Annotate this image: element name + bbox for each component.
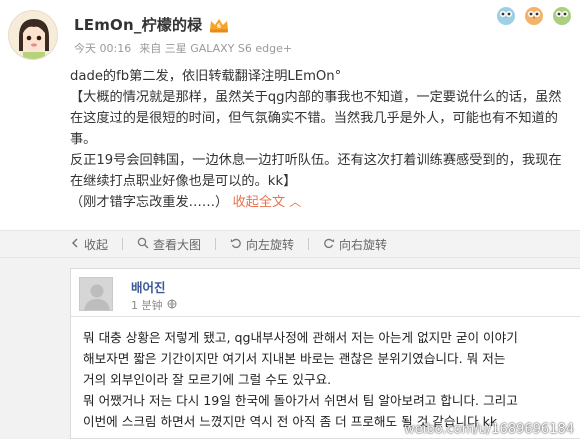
- post-note: （刚才错字忘改重发……） 收起全文 ︿: [70, 192, 574, 213]
- collapse-image-button[interactable]: 收起: [70, 236, 108, 253]
- embedded-avatar: [79, 277, 113, 311]
- collapse-full-text-link[interactable]: 收起全文 ︿: [232, 195, 301, 210]
- collapse-image-label: 收起: [84, 237, 109, 252]
- embedded-text-line: 거의 외부인이라 잘 모르기에 그럴 수도 있구요.: [83, 372, 332, 387]
- post-timestamp[interactable]: 今天 00:16: [74, 40, 131, 56]
- rotate-left-button[interactable]: 向左旋转: [230, 236, 294, 253]
- rotate-right-label: 向右旋转: [339, 237, 388, 252]
- chevron-up-icon[interactable]: ︿: [289, 195, 301, 209]
- avatar-illustration-icon: [9, 11, 57, 59]
- embedded-post-text: 뭐 대충 상황은 저렇게 됐고, qg내부사정에 관해서 저는 아는게 없지만 …: [83, 327, 573, 432]
- post-paragraph-2: 反正19号会回韩国，一边休息一边打听队伍。还有这次打着训练赛感受到的，我现在在继…: [70, 153, 562, 189]
- rotate-right-icon: [323, 237, 335, 252]
- toolbar-divider: [215, 238, 217, 250]
- post-paragraph-1: 【大概的情况就是那样，虽然关于qg内部的事我也不知道，一定要说什么的话，虽然在这…: [70, 90, 562, 147]
- default-profile-icon: [80, 278, 112, 310]
- vip-crown-icon[interactable]: 6: [208, 17, 230, 33]
- toolbar-divider: [122, 238, 124, 250]
- view-large-image-button[interactable]: 查看大图: [137, 236, 201, 253]
- owls-decoration-icon: [497, 7, 571, 25]
- embedded-author-name: 배어진: [131, 280, 166, 295]
- weibo-watermark: weibo.com/u/1689696184: [404, 422, 574, 437]
- svg-text:6: 6: [217, 23, 221, 30]
- image-toolbar: 收起 查看大图 向左旋转 向右旋转: [0, 230, 580, 258]
- rotate-left-icon: [230, 237, 242, 252]
- embedded-post-time: 1 분钟: [131, 297, 177, 313]
- author-avatar[interactable]: [8, 10, 58, 60]
- collapse-full-text-label[interactable]: 收起全文: [232, 195, 285, 210]
- embedded-text-line: 뭐 대충 상황은 저렇게 됐고, qg내부사정에 관해서 저는 아는게 없지만 …: [83, 330, 518, 345]
- embedded-text-line: 뭐 어쨌거나 저는 다시 19일 한국에 돌아가서 쉬면서 팀 알아보려고 합니…: [83, 393, 518, 408]
- post-intro: dade的fb第二发，依旧转载翻译注明LEmOn°: [70, 69, 342, 84]
- collapse-arrow-icon: [70, 237, 80, 251]
- toolbar-divider: [308, 238, 310, 250]
- globe-icon: [167, 299, 177, 312]
- embedded-post-header: 배어진 1 분钟: [71, 269, 580, 317]
- magnifier-icon: [137, 237, 149, 252]
- post-body: dade的fb第二发，依旧转载翻译注明LEmOn° 【大概的情况就是那样，虽然关…: [70, 66, 574, 213]
- embedded-time-label: 1 분钟: [131, 299, 163, 312]
- post-header: LEmOn_柠檬的椂 6 今天 00:16 来自 三星 GALAXY S6 ed…: [0, 0, 580, 64]
- view-large-image-label: 查看大图: [153, 237, 202, 252]
- embedded-post-image[interactable]: 배어진 1 분钟 뭐 대충 상황은 저렇게 됐고, qg내부사정에 관해서 저는…: [70, 268, 580, 439]
- post-source: 来自 三星 GALAXY S6 edge+: [139, 42, 293, 55]
- post-note-text: （刚才错字忘改重发……）: [70, 195, 229, 210]
- rotate-right-button[interactable]: 向右旋转: [323, 236, 387, 253]
- embedded-text-line: 해보자면 짧은 기간이지만 여기서 지내본 바로는 괜찮은 분위기였습니다. 뭐…: [83, 351, 506, 366]
- rotate-left-label: 向左旋转: [246, 237, 295, 252]
- author-name[interactable]: LEmOn_柠檬的椂: [74, 14, 202, 35]
